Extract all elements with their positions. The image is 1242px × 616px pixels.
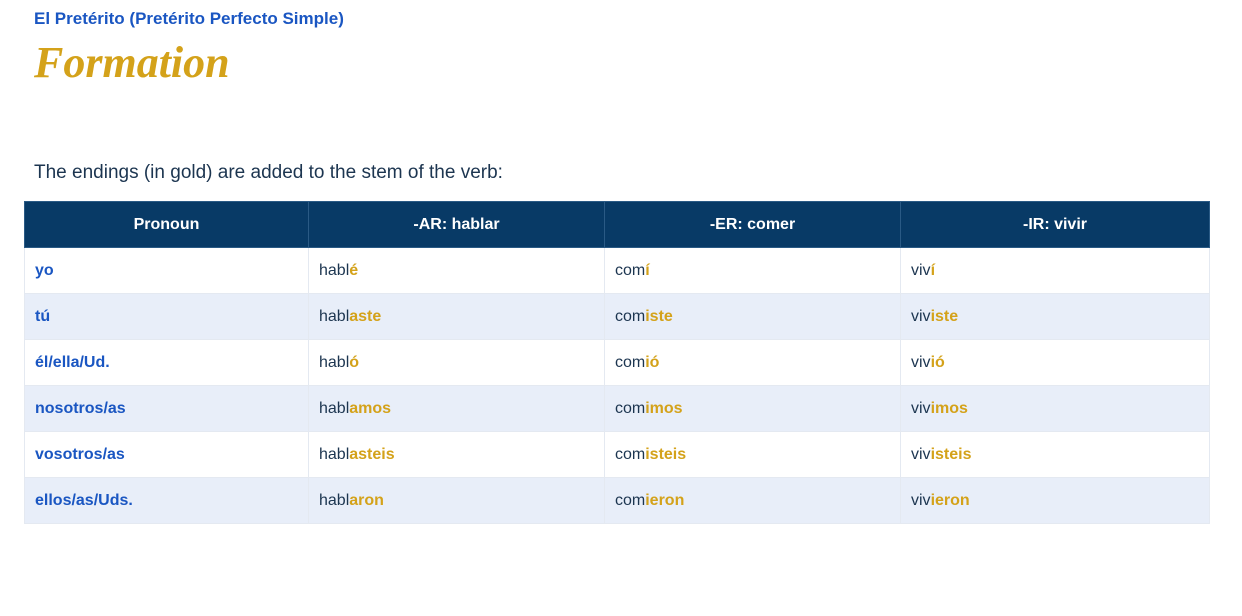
verb-ending: ió <box>645 353 660 371</box>
er-form-cell: comiste <box>604 293 901 340</box>
ir-form-cell: viví <box>900 247 1210 294</box>
ar-form-cell: hablaste <box>308 293 605 340</box>
table-row: él/ella/Ud. habló comió vivió <box>24 339 1210 386</box>
verb-ending: í <box>645 261 650 279</box>
verb-stem: habl <box>319 399 350 417</box>
verb-stem: com <box>615 445 646 463</box>
verb-stem: viv <box>911 307 931 325</box>
table-header-row: Pronoun -AR: hablar -ER: comer -IR: vivi… <box>24 201 1210 248</box>
er-form-cell: comí <box>604 247 901 294</box>
verb-ending: isteis <box>645 445 687 463</box>
er-form-cell: comieron <box>604 477 901 524</box>
ir-form-cell: vivisteis <box>900 431 1210 478</box>
verb-ending: isteis <box>930 445 972 463</box>
verb-stem: com <box>615 261 646 279</box>
verb-ending: ieron <box>930 491 970 509</box>
conjugation-table: Pronoun -AR: hablar -ER: comer -IR: vivi… <box>24 201 1210 524</box>
table-row: tú hablaste comiste viviste <box>24 293 1210 340</box>
pronoun-cell: nosotros/as <box>24 385 309 432</box>
verb-ending: í <box>930 261 936 279</box>
verb-stem: viv <box>911 399 931 417</box>
verb-stem: habl <box>319 353 350 371</box>
pronoun-cell: vosotros/as <box>24 431 309 478</box>
ir-form-cell: vivieron <box>900 477 1210 524</box>
ir-form-cell: viviste <box>900 293 1210 340</box>
verb-ending: asteis <box>349 445 395 463</box>
ar-form-cell: habló <box>308 339 605 386</box>
ir-form-cell: vivió <box>900 339 1210 386</box>
verb-ending: iste <box>645 307 673 325</box>
verb-stem: com <box>615 491 646 509</box>
ar-form-cell: hablé <box>308 247 605 294</box>
verb-stem: viv <box>911 491 931 509</box>
verb-stem: com <box>615 353 646 371</box>
pronoun-cell: tú <box>24 293 309 340</box>
verb-stem: habl <box>319 445 350 463</box>
table-row: yo hablé comí viví <box>24 247 1210 294</box>
er-form-cell: comió <box>604 339 901 386</box>
page-title: Formation <box>34 38 230 87</box>
table-row: nosotros/as hablamos comimos vivimos <box>24 385 1210 432</box>
pronoun-cell: ellos/as/Uds. <box>24 477 309 524</box>
header-ar-hablar: -AR: hablar <box>308 201 605 248</box>
verb-ending: amos <box>349 399 392 417</box>
verb-ending: é <box>349 261 359 279</box>
verb-stem: viv <box>911 445 931 463</box>
table-row: ellos/as/Uds. hablaron comieron vivieron <box>24 477 1210 524</box>
verb-ending: aste <box>349 307 382 325</box>
verb-stem: com <box>615 307 646 325</box>
page-subtitle: El Pretérito (Pretérito Perfecto Simple) <box>34 9 344 28</box>
er-form-cell: comisteis <box>604 431 901 478</box>
header-pronoun: Pronoun <box>24 201 309 248</box>
verb-stem: viv <box>911 353 931 371</box>
verb-ending: aron <box>349 491 384 509</box>
verb-ending: imos <box>645 399 683 417</box>
table-row: vosotros/as hablasteis comisteis viviste… <box>24 431 1210 478</box>
ir-form-cell: vivimos <box>900 385 1210 432</box>
intro-text: The endings (in gold) are added to the s… <box>34 162 503 183</box>
ar-form-cell: hablasteis <box>308 431 605 478</box>
verb-ending: ió <box>930 353 945 371</box>
ar-form-cell: hablamos <box>308 385 605 432</box>
verb-ending: ieron <box>645 491 685 509</box>
verb-stem: habl <box>319 307 350 325</box>
header-er-comer: -ER: comer <box>604 201 901 248</box>
er-form-cell: comimos <box>604 385 901 432</box>
pronoun-cell: yo <box>24 247 309 294</box>
verb-stem: viv <box>911 261 931 279</box>
verb-stem: com <box>615 399 646 417</box>
header-ir-vivir: -IR: vivir <box>900 201 1210 248</box>
ar-form-cell: hablaron <box>308 477 605 524</box>
pronoun-cell: él/ella/Ud. <box>24 339 309 386</box>
verb-ending: imos <box>930 399 968 417</box>
verb-ending: iste <box>930 307 959 325</box>
verb-stem: habl <box>319 491 350 509</box>
verb-ending: ó <box>349 353 360 371</box>
verb-stem: habl <box>319 261 350 279</box>
